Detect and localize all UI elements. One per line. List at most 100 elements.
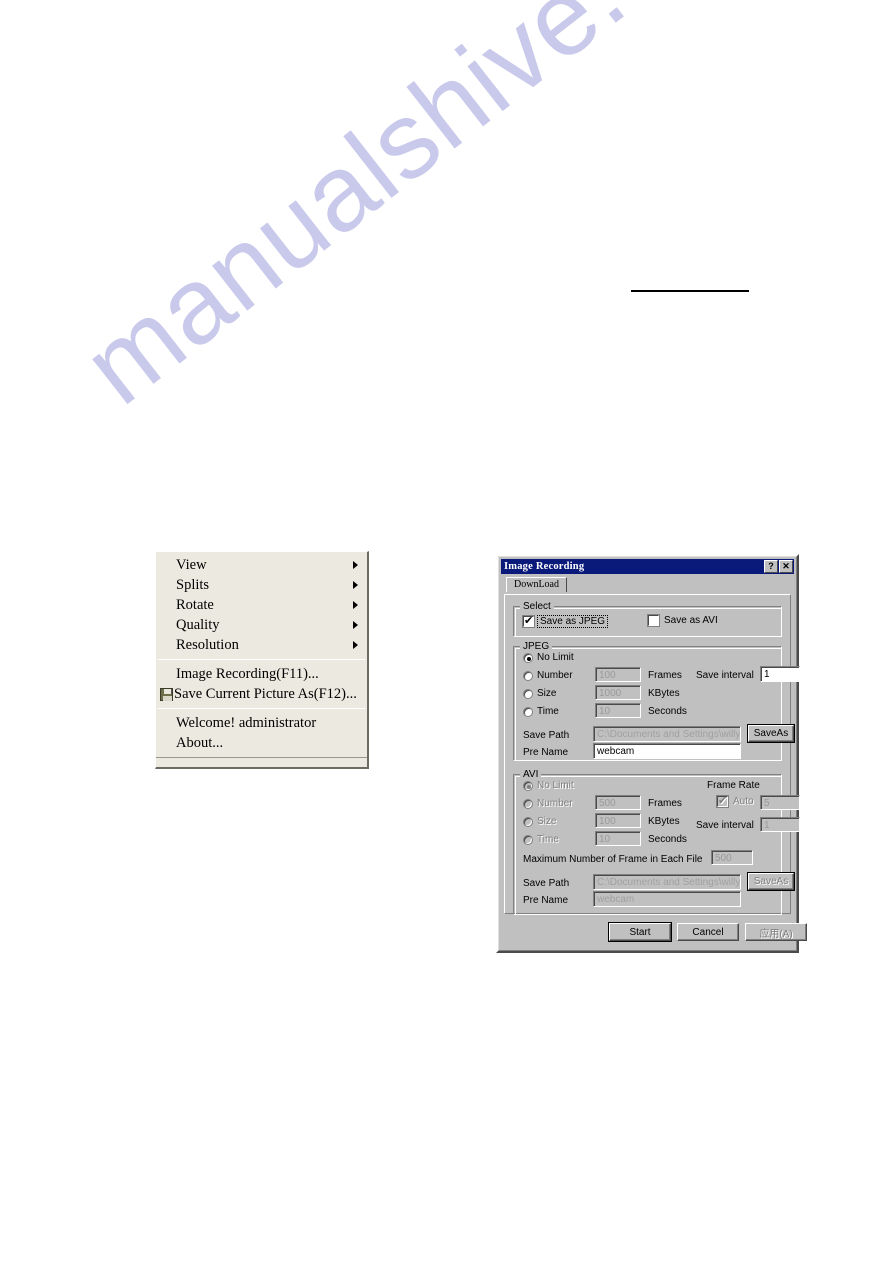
avi-no-limit-radio[interactable]: No Limit: [523, 780, 574, 791]
jpeg-number-input[interactable]: 100: [595, 667, 641, 682]
avi-time-radio[interactable]: Time: [523, 834, 559, 845]
menu-item-label: Resolution: [176, 637, 239, 653]
avi-no-limit-label: No Limit: [537, 780, 574, 791]
checkbox-box: [522, 614, 535, 628]
avi-save-as-button[interactable]: SaveAs: [748, 873, 794, 890]
menu-item-label: Image Recording(F11)...: [176, 666, 319, 682]
radio-dot: [523, 798, 533, 809]
avi-time-unit: Seconds: [648, 834, 687, 845]
menu-item-label: Welcome! administrator: [176, 715, 317, 731]
jpeg-size-unit: KBytes: [648, 688, 680, 699]
avi-max-frame-label: Maximum Number of Frame in Each File: [523, 854, 703, 865]
group-title: AVI: [520, 769, 542, 780]
save-as-avi-label: Save as AVI: [664, 615, 718, 626]
radio-dot: [523, 834, 533, 845]
menu-item-save-current-picture-as[interactable]: Save Current Picture As(F12)...: [156, 684, 367, 704]
radio-dot: [523, 670, 533, 681]
jpeg-pre-name-input[interactable]: webcam: [593, 743, 741, 759]
help-icon[interactable]: ?: [764, 560, 778, 573]
jpeg-size-label: Size: [537, 688, 557, 699]
avi-frame-rate-input[interactable]: 5: [760, 795, 800, 810]
avi-size-radio[interactable]: Size: [523, 816, 556, 827]
jpeg-group: JPEG No Limit Number 100 Frames Save int…: [513, 641, 800, 761]
avi-number-input[interactable]: 500: [595, 795, 641, 810]
avi-frame-rate-label: Frame Rate: [707, 780, 760, 791]
avi-auto-checkbox[interactable]: Auto: [716, 794, 754, 808]
menu-item-about[interactable]: About...: [156, 733, 367, 753]
avi-max-frame-input[interactable]: 500: [711, 850, 753, 865]
close-icon[interactable]: ✕: [779, 560, 793, 573]
avi-number-radio[interactable]: Number: [523, 798, 573, 809]
menu-item-label: Splits: [176, 577, 210, 593]
start-button[interactable]: Start: [609, 923, 671, 941]
jpeg-save-interval-input[interactable]: 1: [760, 666, 800, 682]
select-group: Select Save as JPEG Save as AVI: [513, 601, 782, 637]
menu-item-view[interactable]: View: [156, 555, 367, 575]
menu-item-label: Quality: [176, 617, 220, 633]
floppy-disk-icon: [160, 687, 173, 701]
jpeg-pre-name-label: Pre Name: [523, 747, 569, 758]
avi-save-path-input[interactable]: C:\Documents and Settings\willyliu\: [593, 874, 741, 890]
jpeg-save-path-label: Save Path: [523, 730, 570, 741]
avi-save-interval-input[interactable]: 1: [760, 817, 800, 832]
jpeg-save-interval-label: Save interval: [696, 670, 754, 681]
menu-separator: [158, 708, 365, 709]
jpeg-number-radio[interactable]: Number: [523, 670, 573, 681]
radio-dot: [523, 780, 533, 791]
jpeg-no-limit-radio[interactable]: No Limit: [523, 652, 574, 663]
group-content: No Limit Number 500 Frames Frame Rate Au…: [513, 774, 800, 915]
avi-pre-name-input[interactable]: webcam: [593, 891, 741, 907]
submenu-arrow-icon: [353, 581, 358, 589]
menu-item-label: Rotate: [176, 597, 214, 613]
jpeg-time-unit: Seconds: [648, 706, 687, 717]
jpeg-size-input[interactable]: 1000: [595, 685, 641, 700]
radio-dot: [523, 706, 533, 717]
avi-pre-name-label: Pre Name: [523, 895, 569, 906]
jpeg-size-radio[interactable]: Size: [523, 688, 556, 699]
avi-save-path-label: Save Path: [523, 878, 570, 889]
jpeg-time-input[interactable]: 10: [595, 703, 641, 718]
submenu-arrow-icon: [353, 601, 358, 609]
menu-item-splits[interactable]: Splits: [156, 575, 367, 595]
menu-item-image-recording[interactable]: Image Recording(F11)...: [156, 664, 367, 684]
menu-item-welcome-administrator[interactable]: Welcome! administrator: [156, 713, 367, 733]
avi-size-unit: KBytes: [648, 816, 680, 827]
tab-panel-download: Select Save as JPEG Save as AVI JPEG No …: [504, 594, 800, 915]
avi-number-unit: Frames: [648, 798, 682, 809]
avi-save-interval-label: Save interval: [696, 820, 754, 831]
tab-strip: DownLoad: [501, 574, 794, 592]
submenu-arrow-icon: [353, 621, 358, 629]
save-as-jpeg-checkbox[interactable]: Save as JPEG: [522, 614, 609, 628]
dialog-title: Image Recording: [504, 561, 585, 572]
save-as-jpeg-label: Save as JPEG: [537, 615, 609, 628]
jpeg-save-as-button[interactable]: SaveAs: [748, 725, 794, 742]
dialog-footer: Start Cancel 应用(A): [504, 921, 807, 945]
avi-size-input[interactable]: 100: [595, 813, 641, 828]
jpeg-time-label: Time: [537, 706, 559, 717]
radio-dot: [523, 816, 533, 827]
apply-button[interactable]: 应用(A): [745, 923, 807, 941]
image-recording-dialog: Image Recording ? ✕ DownLoad Select Save…: [496, 554, 807, 953]
group-content: No Limit Number 100 Frames Save interval…: [513, 646, 800, 761]
menu-item-rotate[interactable]: Rotate: [156, 595, 367, 615]
jpeg-time-radio[interactable]: Time: [523, 706, 559, 717]
save-as-avi-checkbox[interactable]: Save as AVI: [647, 614, 718, 627]
radio-dot: [523, 688, 533, 699]
avi-time-input[interactable]: 10: [595, 831, 641, 846]
dialog-titlebar[interactable]: Image Recording ? ✕: [501, 559, 794, 574]
checkbox-box: [647, 614, 660, 627]
horizontal-rule: [631, 290, 749, 292]
jpeg-number-label: Number: [537, 670, 573, 681]
jpeg-save-path-input[interactable]: C:\Documents and Settings\willyliu\: [593, 726, 741, 742]
context-menu: View Splits Rotate Quality Resolution Im…: [155, 551, 369, 769]
tab-download[interactable]: DownLoad: [506, 577, 567, 592]
submenu-arrow-icon: [353, 641, 358, 649]
menu-item-label: View: [176, 557, 207, 573]
menu-item-label: Save Current Picture As(F12)...: [174, 686, 357, 702]
cancel-button[interactable]: Cancel: [677, 923, 739, 941]
menu-footer: [156, 757, 367, 767]
menu-item-quality[interactable]: Quality: [156, 615, 367, 635]
radio-dot: [523, 652, 533, 663]
menu-item-resolution[interactable]: Resolution: [156, 635, 367, 655]
menu-separator: [158, 659, 365, 660]
